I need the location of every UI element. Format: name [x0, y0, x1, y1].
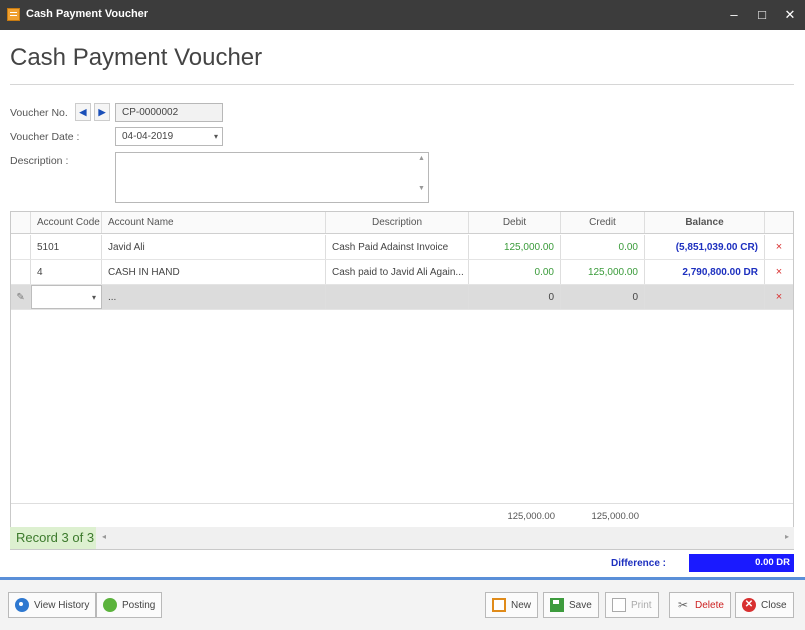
print-button[interactable]: Print: [605, 592, 659, 618]
row-indicator-header: [11, 212, 31, 233]
close-button[interactable]: ✕ Close: [735, 592, 794, 618]
total-debit: 125,000.00: [507, 511, 555, 522]
table-row[interactable]: 4 CASH IN HAND Cash paid to Javid Ali Ag…: [11, 260, 793, 285]
description-cell[interactable]: Cash paid to Javid Ali Again...: [326, 260, 469, 284]
view-history-button[interactable]: View History: [8, 592, 97, 618]
column-header-balance[interactable]: Balance: [645, 212, 765, 233]
history-icon: [15, 598, 29, 612]
posting-button[interactable]: Posting: [96, 592, 163, 618]
close-label: Close: [761, 599, 787, 611]
new-entry-row[interactable]: ✎ ▾ ... 0 0 ×: [11, 285, 793, 310]
delete-button[interactable]: ✂ Delete: [669, 592, 731, 618]
credit-cell[interactable]: 0.00: [561, 235, 645, 259]
column-header-account-name[interactable]: Account Name: [102, 212, 326, 233]
first-record-button[interactable]: ◀: [75, 103, 91, 121]
description-label: Description :: [10, 155, 69, 167]
scroll-up-icon[interactable]: ▲: [417, 155, 426, 162]
maximize-button[interactable]: □: [753, 6, 771, 24]
action-toolbar: View History Posting New Save Print ✂ De…: [0, 580, 805, 630]
row-indicator: [11, 260, 31, 284]
scroll-right-icon[interactable]: ▸: [785, 532, 789, 541]
voucher-no-label: Voucher No.: [10, 107, 68, 119]
delete-column-header: [765, 212, 793, 233]
account-code-cell[interactable]: 5101: [31, 235, 102, 259]
credit-cell[interactable]: 0: [561, 285, 645, 309]
column-header-debit[interactable]: Debit: [469, 212, 561, 233]
chevron-down-icon[interactable]: ▾: [214, 132, 218, 141]
grid-header-row: Account Code Account Name Description De…: [11, 212, 793, 234]
grid-totals-row: 125,000.00 125,000.00: [11, 503, 793, 529]
page-title: Cash Payment Voucher: [10, 44, 263, 71]
save-icon: [550, 598, 564, 612]
description-cell[interactable]: [326, 285, 469, 309]
total-credit: 125,000.00: [591, 511, 639, 522]
chevron-down-icon[interactable]: ▾: [92, 293, 96, 302]
balance-cell: [645, 285, 765, 309]
column-header-description[interactable]: Description: [326, 212, 469, 233]
row-indicator: [11, 235, 31, 259]
window-titlebar: Cash Payment Voucher – □ ✕: [0, 0, 805, 30]
description-scrollbar[interactable]: ▲ ▼: [417, 155, 426, 200]
delete-row-icon[interactable]: ×: [765, 260, 793, 284]
voucher-lines-grid: Account Code Account Name Description De…: [10, 211, 794, 550]
debit-cell[interactable]: 125,000.00: [469, 235, 561, 259]
close-icon: ✕: [742, 598, 756, 612]
account-name-cell[interactable]: Javid Ali: [102, 235, 326, 259]
new-document-icon: [492, 598, 506, 612]
delete-row-icon[interactable]: ×: [765, 235, 793, 259]
balance-cell: (5,851,039.00 CR): [645, 235, 765, 259]
print-label: Print: [631, 599, 652, 611]
new-button[interactable]: New: [485, 592, 539, 618]
posting-icon: [103, 598, 117, 612]
credit-cell[interactable]: 125,000.00: [561, 260, 645, 284]
account-name-cell[interactable]: ...: [102, 285, 326, 309]
table-row[interactable]: 5101 Javid Ali Cash Paid Adainst Invoice…: [11, 235, 793, 260]
column-header-account-code[interactable]: Account Code: [31, 212, 102, 233]
window-title: Cash Payment Voucher: [26, 8, 149, 20]
balance-cell: 2,790,800.00 DR: [645, 260, 765, 284]
description-textarea[interactable]: ▲ ▼: [115, 152, 429, 203]
account-name-cell[interactable]: CASH IN HAND: [102, 260, 326, 284]
view-history-label: View History: [34, 599, 90, 611]
posting-label: Posting: [122, 599, 156, 611]
record-counter: Record 3 of 3: [10, 527, 96, 549]
scroll-down-icon[interactable]: ▼: [417, 185, 426, 192]
difference-value: 0.00 DR: [689, 554, 794, 572]
account-code-cell[interactable]: 4: [31, 260, 102, 284]
voucher-date-label: Voucher Date :: [10, 131, 80, 143]
difference-label: Difference :: [611, 558, 667, 569]
debit-cell[interactable]: 0: [469, 285, 561, 309]
voucher-date-value: 04-04-2019: [122, 131, 174, 142]
save-button[interactable]: Save: [543, 592, 599, 618]
account-code-dropdown[interactable]: ▾: [31, 285, 102, 309]
debit-cell[interactable]: 0.00: [469, 260, 561, 284]
scroll-left-icon[interactable]: ◂: [102, 532, 106, 541]
delete-label: Delete: [695, 599, 724, 611]
scissors-icon: ✂: [677, 598, 689, 612]
column-header-credit[interactable]: Credit: [561, 212, 645, 233]
voucher-date-picker[interactable]: 04-04-2019 ▾: [115, 127, 223, 146]
print-icon: [612, 598, 626, 612]
save-label: Save: [569, 599, 592, 611]
app-icon: [7, 8, 20, 21]
record-navigator: Record 3 of 3 ◂ ▸: [10, 527, 794, 549]
description-cell[interactable]: Cash Paid Adainst Invoice: [326, 235, 469, 259]
edit-pencil-icon: ✎: [11, 285, 31, 309]
minimize-button[interactable]: –: [725, 6, 743, 24]
voucher-no-field[interactable]: CP-0000002: [115, 103, 223, 122]
heading-divider: [10, 84, 794, 85]
delete-row-icon[interactable]: ×: [765, 285, 793, 309]
close-window-button[interactable]: ✕: [781, 6, 799, 24]
last-record-button[interactable]: ▶: [94, 103, 110, 121]
new-label: New: [511, 599, 532, 611]
